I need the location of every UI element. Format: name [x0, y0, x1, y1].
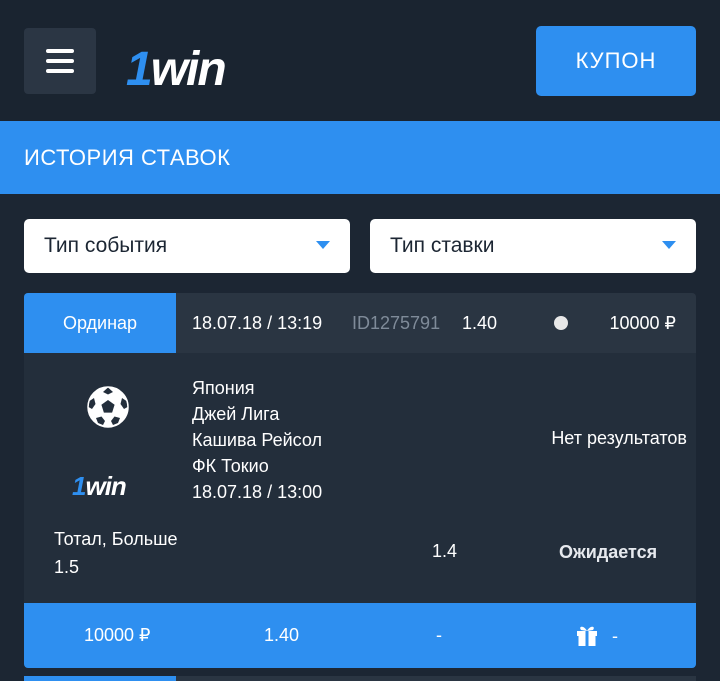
bet-card[interactable]: Ординар 18.07.18 / 13:19 ID1275791 1.40 …: [24, 293, 696, 668]
status-dot-icon: [554, 316, 568, 330]
menu-bar: [46, 59, 74, 63]
event-details: Япония Джей Лига Кашива Рейсол ФК Токио …: [192, 375, 322, 505]
menu-bar: [46, 69, 74, 73]
chevron-down-icon: [662, 241, 676, 249]
bet-card-footer: 10000 ₽ 1.40 - -: [24, 603, 696, 668]
page-title: ИСТОРИЯ СТАВОК: [24, 144, 231, 170]
event-type-select[interactable]: Тип события: [24, 219, 350, 273]
footer-bonus: -: [612, 626, 618, 646]
event-result: Нет результатов: [551, 428, 687, 448]
gift-icon: [577, 626, 597, 646]
coupon-button[interactable]: КУПОН: [536, 26, 696, 96]
bookmaker-logo: 1win: [72, 471, 127, 501]
logo-rest: win: [150, 43, 227, 96]
page-title-bar: ИСТОРИЯ СТАВОК: [0, 121, 720, 194]
footer-win: -: [436, 625, 442, 645]
bet-date: 18.07.18 / 13:19: [192, 313, 323, 333]
event-team-home: Кашива Рейсол: [192, 430, 322, 450]
bet-coefficient: 1.40: [462, 313, 498, 333]
soccer-ball-icon: [87, 386, 129, 428]
brand-logo[interactable]: 1win: [126, 34, 227, 96]
bet-type-select[interactable]: Тип ставки: [370, 219, 696, 273]
event-start: 18.07.18 / 13:00: [192, 482, 323, 502]
bet-amount: 10000 ₽: [609, 313, 676, 333]
logo-one: 1: [126, 43, 153, 96]
bet-type-badge: Ординар: [24, 293, 176, 353]
menu-bar: [46, 49, 74, 53]
market-coefficient: 1.4: [432, 541, 458, 561]
logo-text: 1win: [126, 43, 227, 96]
chevron-down-icon: [316, 241, 330, 249]
bet-market: Тотал, Больше 1.5: [54, 529, 178, 577]
next-bet-card[interactable]: [24, 676, 696, 681]
bet-type-label: Тип ставки: [390, 234, 495, 257]
bet-type-badge: [24, 676, 176, 681]
logo-rest: win: [85, 471, 126, 501]
status-badge: Ожидается: [559, 542, 658, 562]
event-type-label: Тип события: [44, 234, 168, 257]
bet-card-header: Ординар 18.07.18 / 13:19 ID1275791 1.40 …: [24, 293, 696, 353]
footer-coefficient: 1.40: [264, 625, 300, 645]
bet-id: ID1275791: [352, 313, 441, 333]
hamburger-menu-icon[interactable]: [24, 28, 96, 94]
event-team-away: ФК Токио: [192, 456, 269, 476]
event-country: Япония: [192, 378, 255, 398]
app-header: 1win КУПОН: [0, 0, 720, 121]
logo-one: 1: [72, 471, 87, 501]
footer-amount: 10000 ₽: [84, 625, 151, 645]
event-league: Джей Лига: [192, 404, 280, 424]
